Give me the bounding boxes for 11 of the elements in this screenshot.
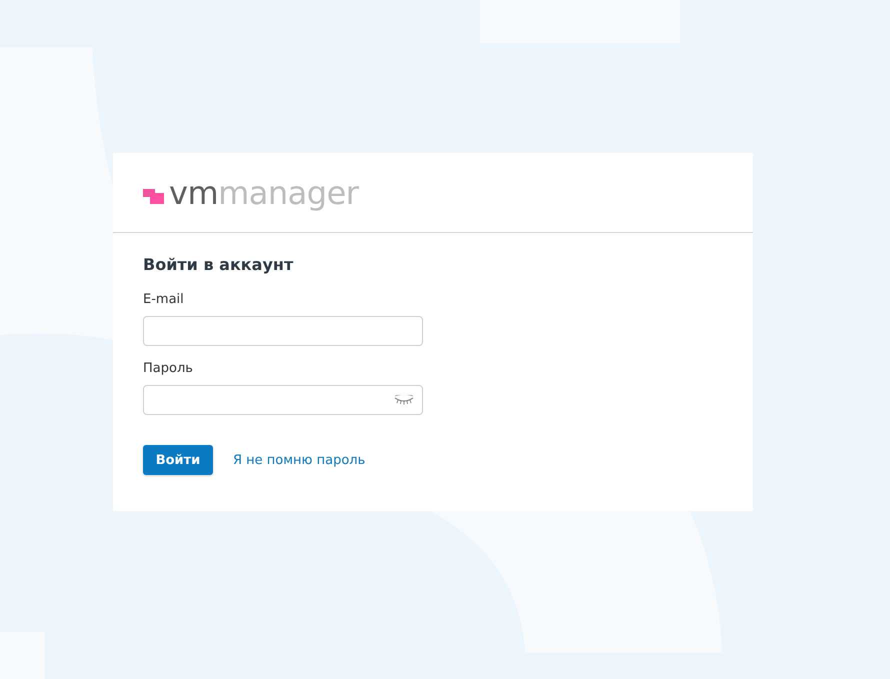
login-button[interactable]: Войти [143, 445, 213, 475]
logo-text: manager [218, 174, 358, 212]
logo-icon [143, 186, 165, 204]
closed-eye-icon[interactable] [394, 395, 414, 405]
field-label: E-mail [143, 292, 185, 307]
email-field[interactable] [143, 316, 423, 346]
logo-text: vm [169, 174, 218, 212]
forgot-password-link[interactable]: Я не помню пароль [233, 452, 366, 468]
field-label: Пароль [143, 361, 194, 376]
form-title: Войти в аккаунт [143, 255, 294, 274]
password-field[interactable] [143, 385, 423, 415]
